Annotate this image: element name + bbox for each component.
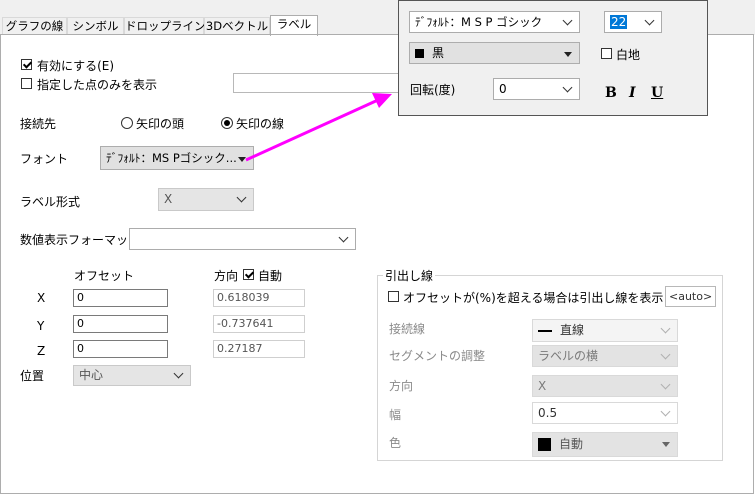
chevron-down-icon	[562, 15, 573, 26]
arrow-line-radio[interactable]	[221, 117, 233, 129]
arrow-head-radio[interactable]	[121, 117, 133, 129]
font-label: フォント	[20, 152, 69, 166]
chevron-down-icon	[338, 232, 349, 243]
color-select[interactable]: 自動	[532, 432, 678, 457]
label-format-select[interactable]: X	[158, 188, 254, 211]
white-bg-checkbox[interactable]	[601, 48, 612, 59]
tab-3d-vector[interactable]: 3Dベクトル	[204, 17, 270, 34]
popup-size-value: 22	[610, 15, 628, 29]
underline-button[interactable]: U	[651, 85, 663, 101]
position-label: 位置	[20, 369, 45, 383]
offset-x-axis-label: X	[37, 291, 46, 305]
color-swatch	[538, 438, 551, 451]
rotation-select[interactable]: 0	[493, 78, 580, 100]
offset-header: オフセット	[74, 269, 135, 283]
enable-label: 有効にする(E)	[37, 59, 115, 73]
tab-label[interactable]: ラベル	[270, 15, 318, 36]
specified-points-input[interactable]	[233, 73, 403, 93]
leader-threshold-label: オフセットが(%)を超える場合は引出し線を表示	[403, 291, 664, 305]
popup-font-select[interactable]: ﾃﾞﾌｫﾙﾄ：M S P ゴシック	[409, 11, 580, 33]
connect-to-label: 接続先	[20, 117, 57, 131]
leader-line-title: 引出し線	[383, 267, 436, 284]
tab-drop-line[interactable]: ドロップライン	[124, 17, 206, 34]
label-format-value: X	[164, 192, 173, 206]
popup-color-select[interactable]: 黒	[409, 42, 580, 64]
font-popup: ﾃﾞﾌｫﾙﾄ：M S P ゴシック 22 黒 白地 回転(度) 0 B I U	[398, 0, 708, 116]
segment-value: ラベルの横	[538, 349, 599, 363]
arrow-head-label: 矢印の頭	[136, 117, 185, 131]
connector-select[interactable]: 直線	[532, 319, 678, 342]
rotation-label: 回転(度)	[410, 83, 456, 97]
number-format-label: 数値表示フォーマット	[20, 233, 141, 247]
width-select[interactable]: 0.5	[532, 402, 678, 424]
direction-y-field: -0.737641	[213, 315, 305, 333]
chevron-down-icon	[173, 368, 184, 379]
chevron-down-icon	[644, 15, 655, 26]
solid-line-icon	[538, 329, 552, 332]
rotation-value: 0	[499, 82, 507, 96]
chevron-down-icon	[660, 323, 671, 334]
bold-button[interactable]: B	[605, 85, 617, 101]
position-select[interactable]: 中心	[73, 365, 191, 386]
chevron-down-icon	[562, 82, 573, 93]
connector-label: 接続線	[389, 322, 426, 336]
direction-header: 方向	[214, 269, 239, 283]
chevron-down-icon	[660, 406, 671, 417]
color-value: 自動	[559, 437, 584, 451]
popup-font-value: ﾃﾞﾌｫﾙﾄ：M S P ゴシック	[415, 15, 543, 29]
offset-y-input[interactable]: 0	[73, 315, 168, 333]
direction-auto-label: 自動	[258, 269, 283, 283]
direction-z-field: 0.27187	[213, 340, 305, 358]
chevron-down-icon	[660, 349, 671, 360]
connector-value: 直線	[560, 323, 585, 337]
enable-checkbox[interactable]	[21, 59, 32, 70]
color-label: 色	[389, 436, 402, 450]
show-specified-points-label: 指定した点のみを表示	[37, 78, 158, 92]
width-label: 幅	[389, 408, 402, 422]
white-bg-label: 白地	[616, 48, 641, 62]
leader-threshold-checkbox[interactable]	[388, 291, 399, 302]
direction-x-field: 0.618039	[213, 289, 305, 307]
dropdown-arrow-icon	[662, 442, 670, 447]
leader-direction-value: X	[538, 379, 547, 393]
leader-direction-label: 方向	[389, 379, 414, 393]
dropdown-arrow-icon	[238, 157, 246, 162]
popup-size-select[interactable]: 22	[604, 11, 662, 33]
offset-x-input[interactable]: 0	[73, 289, 168, 307]
leader-direction-select[interactable]: X	[532, 375, 678, 397]
chevron-down-icon	[660, 379, 671, 390]
leader-threshold-input[interactable]: <auto>	[665, 286, 716, 307]
position-value: 中心	[79, 368, 104, 382]
width-value: 0.5	[538, 406, 558, 420]
font-value: ﾃﾞﾌｫﾙﾄ：MS Pゴシック...	[106, 151, 237, 165]
segment-select[interactable]: ラベルの横	[532, 345, 678, 367]
dropdown-arrow-icon	[564, 52, 572, 57]
tab-symbol[interactable]: シンボル	[67, 17, 124, 34]
direction-auto-checkbox[interactable]	[243, 269, 254, 280]
show-specified-points-checkbox[interactable]	[21, 78, 32, 89]
black-swatch	[415, 49, 424, 58]
number-format-select[interactable]	[129, 228, 356, 250]
label-format-label: ラベル形式	[20, 195, 81, 209]
offset-y-axis-label: Y	[37, 319, 45, 333]
offset-z-axis-label: Z	[37, 344, 46, 358]
chevron-down-icon	[236, 192, 247, 203]
popup-color-value: 黒	[432, 46, 445, 60]
offset-z-input[interactable]: 0	[73, 340, 168, 358]
font-dropdown-button[interactable]: ﾃﾞﾌｫﾙﾄ：MS Pゴシック...	[100, 146, 254, 170]
italic-button[interactable]: I	[629, 85, 636, 101]
arrow-line-label: 矢印の線	[236, 117, 285, 131]
tab-graph-line[interactable]: グラフの線	[2, 17, 67, 34]
segment-label: セグメントの調整	[389, 349, 486, 363]
